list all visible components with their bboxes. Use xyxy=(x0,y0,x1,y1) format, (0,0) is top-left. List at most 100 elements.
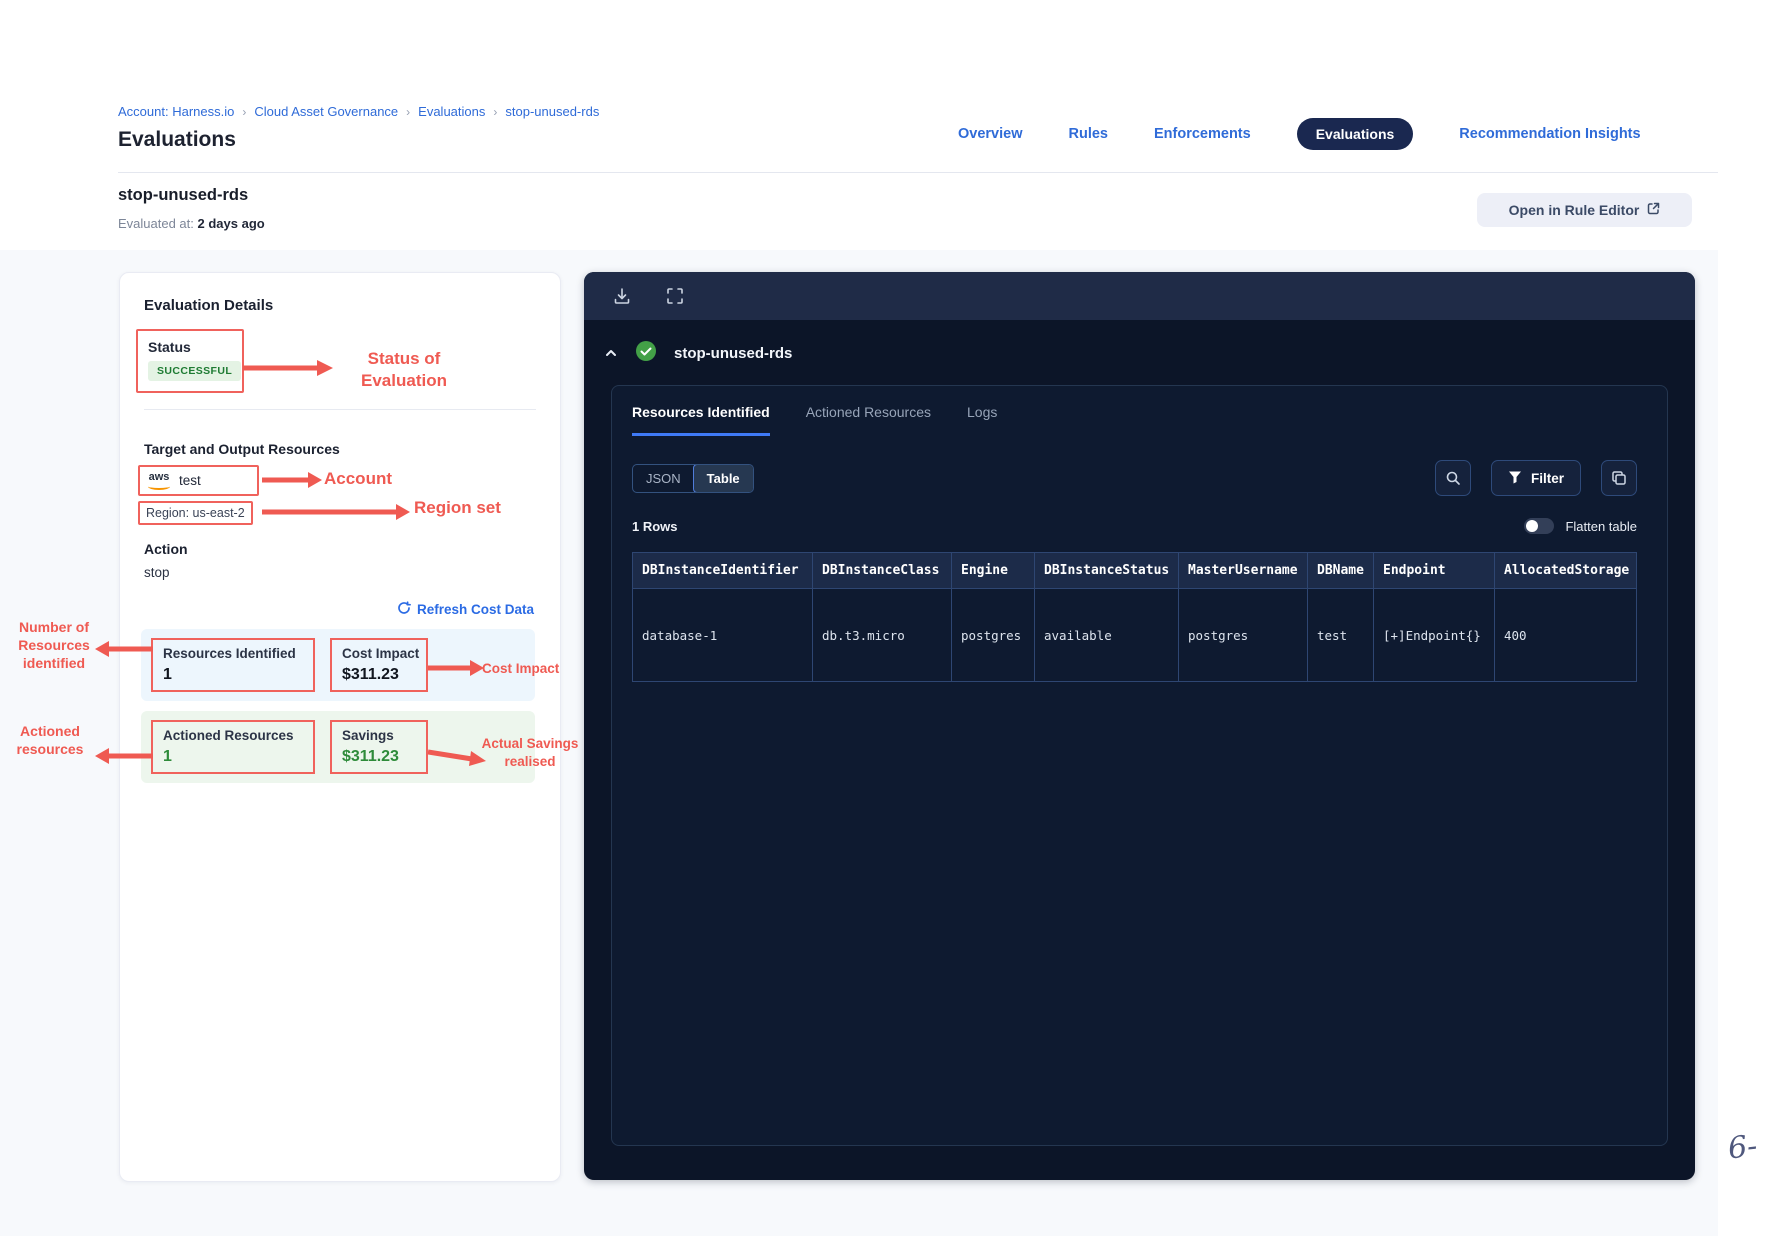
download-icon[interactable] xyxy=(612,286,632,306)
savings-box: Savings $311.23 xyxy=(330,720,428,774)
aws-logo-icon: aws xyxy=(148,470,170,490)
search-icon[interactable] xyxy=(1434,460,1471,496)
cell-dbname: test xyxy=(1307,588,1374,682)
tab-actioned-resources[interactable]: Actioned Resources xyxy=(806,404,931,436)
viewer-title: stop-unused-rds xyxy=(674,344,793,362)
region-annotated-box: Region: us-east-2 xyxy=(138,501,253,525)
flatten-label: Flatten table xyxy=(1565,518,1637,534)
annotation-arrow xyxy=(262,472,322,488)
cell-endpoint-expander[interactable]: [+]Endpoint{} xyxy=(1373,588,1495,682)
viewer-toolbar xyxy=(584,272,1695,320)
fullscreen-icon[interactable] xyxy=(666,287,684,305)
annotation-arrow xyxy=(262,504,410,520)
table-row: database-1 db.t3.micro postgres availabl… xyxy=(632,588,1637,682)
tab-rules[interactable]: Rules xyxy=(1069,126,1109,142)
tab-enforcements[interactable]: Enforcements xyxy=(1154,126,1251,142)
cost-impact-box: Cost Impact $311.23 xyxy=(330,638,428,692)
annotation-savings: Actual Savings realised xyxy=(481,736,579,769)
cell-engine: postgres xyxy=(951,588,1035,682)
cell-allocatedstorage: 400 xyxy=(1494,588,1637,682)
status-label: Status xyxy=(148,339,191,355)
annotation-cost: Cost Impact xyxy=(482,661,560,676)
cell-dbinstancestatus: available xyxy=(1034,588,1179,682)
breadcrumb-separator: › xyxy=(406,104,411,119)
account-annotated-box: aws test xyxy=(138,465,259,496)
header-divider xyxy=(118,172,1718,173)
actioned-resources-value: 1 xyxy=(163,748,172,765)
evaluation-details-heading: Evaluation Details xyxy=(144,297,274,314)
action-label: Action xyxy=(144,541,188,557)
savings-value: $311.23 xyxy=(342,748,399,765)
evaluated-at: Evaluated at: 2 days ago xyxy=(118,216,265,231)
view-mode-toggle: JSON Table xyxy=(632,463,754,493)
viewer-controls: JSON Table Filter xyxy=(632,460,1637,496)
page: Account: Harness.io › Cloud Asset Govern… xyxy=(0,0,1790,1236)
col-masterusername: MasterUsername xyxy=(1178,552,1308,589)
annotation-status: Status of Evaluation xyxy=(361,349,447,391)
filter-label: Filter xyxy=(1530,470,1564,486)
col-dbname: DBName xyxy=(1307,552,1374,589)
refresh-icon xyxy=(397,601,411,618)
page-title: Evaluations xyxy=(118,128,236,151)
annotation-actioned: Actioned resources xyxy=(16,723,84,758)
annotation-arrow xyxy=(243,360,333,376)
rows-line: 1 Rows Flatten table xyxy=(632,518,1637,534)
breadcrumb-current[interactable]: stop-unused-rds xyxy=(505,104,599,119)
refresh-label: Refresh Cost Data xyxy=(416,602,534,617)
cell-dbinstanceclass: db.t3.micro xyxy=(812,588,952,682)
evaluation-name-title: stop-unused-rds xyxy=(118,186,249,204)
handwritten-watermark: 6- xyxy=(1726,1128,1759,1167)
col-allocatedstorage: AllocatedStorage xyxy=(1494,552,1637,589)
viewer-actions: Filter xyxy=(1434,460,1637,496)
resources-table-wrap: DBInstanceIdentifier DBInstanceClass Eng… xyxy=(632,552,1637,682)
col-endpoint: Endpoint xyxy=(1373,552,1495,589)
tab-overview[interactable]: Overview xyxy=(958,126,1023,142)
breadcrumb-separator: › xyxy=(493,104,498,119)
filter-icon xyxy=(1508,470,1522,487)
action-value: stop xyxy=(144,565,170,580)
breadcrumb-account[interactable]: Account: Harness.io xyxy=(118,104,234,119)
actioned-resources-box: Actioned Resources 1 xyxy=(151,720,315,774)
tab-logs[interactable]: Logs xyxy=(967,404,997,436)
card-divider xyxy=(144,409,536,410)
resources-identified-box: Resources Identified 1 xyxy=(151,638,315,692)
breadcrumb-governance[interactable]: Cloud Asset Governance xyxy=(254,104,398,119)
external-link-icon xyxy=(1647,202,1660,218)
copy-icon[interactable] xyxy=(1601,460,1637,496)
account-name: test xyxy=(179,473,201,488)
flatten-control: Flatten table xyxy=(1524,518,1637,534)
success-check-icon xyxy=(635,340,657,367)
resources-identified-value: 1 xyxy=(163,666,172,683)
status-annotated-box: Status SUCCESSFUL xyxy=(136,329,244,393)
col-dbinstanceidentifier: DBInstanceIdentifier xyxy=(632,552,813,589)
col-dbinstancestatus: DBInstanceStatus xyxy=(1034,552,1179,589)
collapse-chevron-icon[interactable] xyxy=(604,346,618,360)
evaluation-viewer-panel: stop-unused-rds Resources Identified Act… xyxy=(584,272,1695,1180)
viewer-inner-card: Resources Identified Actioned Resources … xyxy=(611,385,1668,1146)
tab-evaluations-active[interactable]: Evaluations xyxy=(1296,118,1414,150)
viewer-tabs: Resources Identified Actioned Resources … xyxy=(632,404,997,436)
flatten-toggle[interactable] xyxy=(1524,518,1555,534)
rows-count: 1 Rows xyxy=(632,518,678,534)
filter-button[interactable]: Filter xyxy=(1490,460,1581,496)
viewer-header: stop-unused-rds xyxy=(584,320,1695,386)
open-rule-editor-button[interactable]: Open in Rule Editor xyxy=(1477,193,1692,227)
view-mode-table[interactable]: Table xyxy=(692,464,753,492)
savings-label: Savings xyxy=(342,728,394,743)
annotation-arrow xyxy=(428,660,484,676)
view-mode-json[interactable]: JSON xyxy=(633,465,694,492)
table-header-row: DBInstanceIdentifier DBInstanceClass Eng… xyxy=(632,552,1637,589)
annotation-arrow xyxy=(95,641,153,657)
refresh-cost-data-link[interactable]: Refresh Cost Data xyxy=(397,601,534,618)
breadcrumb-separator: › xyxy=(242,104,247,119)
evaluation-details-card: Evaluation Details Status SUCCESSFUL Tar… xyxy=(119,272,561,1182)
breadcrumb-evaluations[interactable]: Evaluations xyxy=(418,104,485,119)
resources-identified-label: Resources Identified xyxy=(163,646,296,661)
target-resources-heading: Target and Output Resources xyxy=(144,441,340,457)
tab-recommendation-insights[interactable]: Recommendation Insights xyxy=(1459,126,1640,142)
actioned-resources-label: Actioned Resources xyxy=(163,728,294,743)
breadcrumb: Account: Harness.io › Cloud Asset Govern… xyxy=(118,104,599,119)
status-badge: SUCCESSFUL xyxy=(148,361,242,381)
aws-logo-text: aws xyxy=(148,470,170,483)
tab-resources-identified[interactable]: Resources Identified xyxy=(632,404,770,436)
